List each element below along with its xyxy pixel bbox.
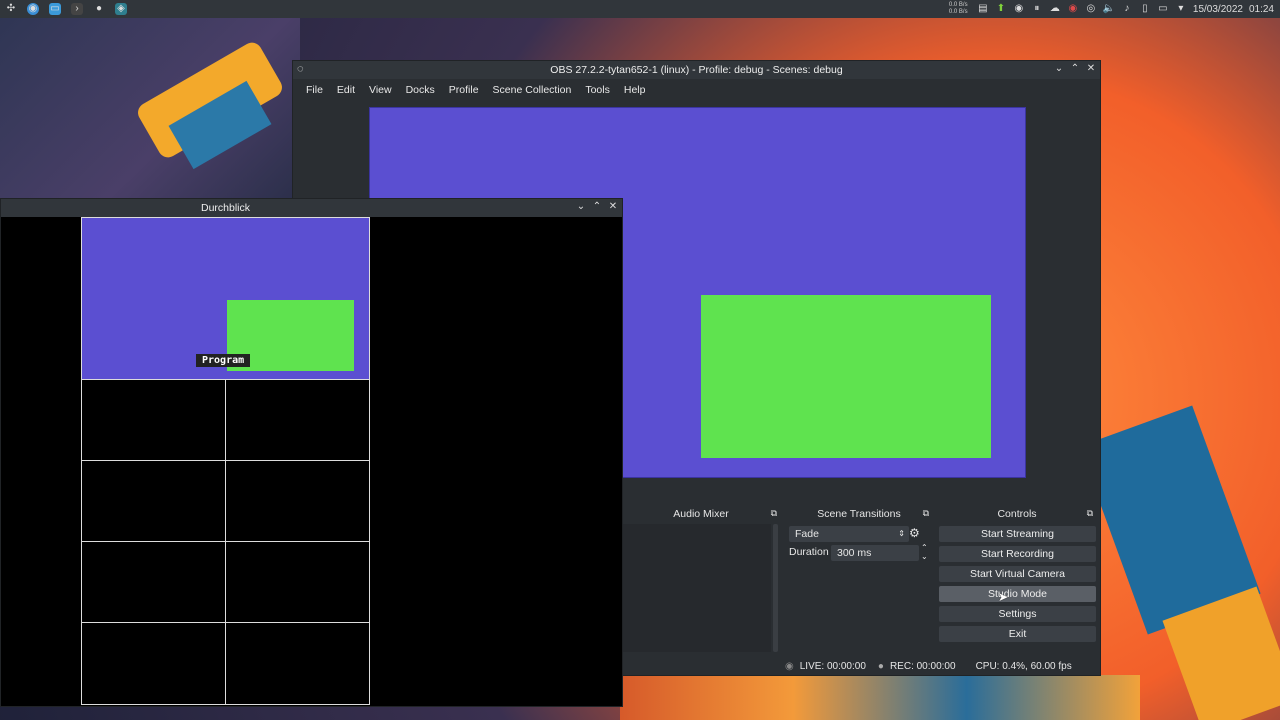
multiview-titlebar[interactable]: Durchblick ⌄ ⌃ ✕: [1, 199, 622, 217]
menu-scene-collection[interactable]: Scene Collection: [486, 84, 579, 96]
menu-edit[interactable]: Edit: [330, 84, 362, 96]
volume-icon[interactable]: 🔈: [1103, 3, 1115, 15]
menu-file[interactable]: File: [299, 84, 330, 96]
browser-icon[interactable]: ◉: [27, 3, 39, 15]
app-launcher-icon[interactable]: ✣: [5, 3, 17, 15]
close-icon[interactable]: ✕: [608, 201, 618, 213]
start-streaming-button[interactable]: Start Streaming: [939, 526, 1096, 542]
menu-tools[interactable]: Tools: [578, 84, 617, 96]
clock-date[interactable]: 15/03/2022: [1193, 4, 1243, 15]
status-bar: ◉ LIVE: 00:00:00 ● REC: 00:00:00 CPU: 0.…: [621, 658, 1099, 674]
record-icon[interactable]: ◉: [1067, 3, 1079, 15]
spin-down-icon[interactable]: ⌄: [921, 552, 928, 561]
mouse-cursor-icon: ➤: [998, 590, 1009, 604]
cloud-icon[interactable]: ☁: [1049, 3, 1061, 15]
controls-title: Controls: [997, 508, 1037, 520]
multiview-cell[interactable]: [225, 460, 370, 542]
wallpaper-shape: [620, 675, 1140, 720]
calendar-icon[interactable]: ▤: [977, 3, 989, 15]
update-icon[interactable]: ⬆: [995, 3, 1007, 15]
audio-mixer-header: Audio Mixer ⧉: [621, 506, 781, 522]
studio-mode-button[interactable]: Studio Mode: [939, 586, 1096, 602]
obs-title: OBS 27.2.2-tytan652-1 (linux) - Profile:…: [550, 64, 843, 76]
multiview-cell[interactable]: [81, 460, 226, 542]
rec-icon: ●: [877, 660, 884, 672]
net-down: 0.0 B/s: [948, 9, 968, 15]
multiview-cell[interactable]: [225, 622, 370, 705]
obs-window-icon: ◌: [297, 63, 304, 75]
duration-value: 300 ms: [837, 547, 872, 559]
clock-time[interactable]: 01:24: [1249, 4, 1274, 15]
minimize-icon[interactable]: ⌄: [576, 201, 586, 213]
transition-select[interactable]: Fade ⇕: [789, 526, 909, 542]
start-recording-button[interactable]: Start Recording: [939, 546, 1096, 562]
close-icon[interactable]: ✕: [1086, 63, 1096, 75]
maximize-icon[interactable]: ⌃: [1070, 63, 1080, 75]
menu-help[interactable]: Help: [617, 84, 653, 96]
audio-mixer-title: Audio Mixer: [673, 508, 729, 520]
top-panel: ✣ ◉ ▭ › ● ◈ 0.0 B/s 0.0 B/s ▤ ⬆ ◉ ⏸ ☁ ◉ …: [0, 0, 1280, 18]
dock-float-icon[interactable]: ⧉: [771, 508, 777, 519]
audio-mixer-area: [621, 524, 771, 652]
menu-bar: File Edit View Docks Profile Scene Colle…: [293, 79, 1100, 101]
display-icon[interactable]: ▭: [1157, 3, 1169, 15]
live-status: LIVE: 00:00:00: [799, 660, 866, 672]
active-app-icon[interactable]: ◈: [115, 3, 127, 15]
scene-transitions-dock: Scene Transitions ⧉ Fade ⇕ ⚙ Duration 30…: [785, 506, 933, 658]
live-icon: ◉: [785, 660, 794, 672]
multiview-cell[interactable]: [81, 379, 226, 461]
minimize-icon[interactable]: ⌄: [1054, 63, 1064, 75]
maximize-icon[interactable]: ⌃: [592, 201, 602, 213]
rec-status: REC: 00:00:00: [889, 660, 956, 672]
gear-icon[interactable]: ⚙: [909, 526, 920, 540]
scrollbar[interactable]: [773, 524, 778, 652]
settings-button[interactable]: Settings: [939, 606, 1096, 622]
menu-profile[interactable]: Profile: [442, 84, 486, 96]
battery-icon[interactable]: ▯: [1139, 3, 1151, 15]
cpu-status: CPU: 0.4%, 60.00 fps: [975, 660, 1072, 672]
spin-up-icon[interactable]: ⌃: [921, 543, 928, 552]
file-manager-icon[interactable]: ▭: [49, 3, 61, 15]
terminal-icon[interactable]: ›: [71, 3, 83, 15]
net-up: 0.0 B/s: [948, 2, 968, 8]
obs-tray-icon[interactable]: ◉: [1013, 3, 1025, 15]
transition-value: Fade: [795, 528, 819, 540]
multiview-cell[interactable]: [81, 622, 226, 705]
green-source[interactable]: [701, 295, 991, 458]
microphone-icon[interactable]: ♪: [1121, 3, 1133, 15]
duration-label: Duration: [789, 546, 829, 558]
program-view[interactable]: Program: [81, 217, 370, 380]
obs-tray-icon-2[interactable]: ◎: [1085, 3, 1097, 15]
controls-header: Controls ⧉: [937, 506, 1097, 522]
chevron-updown-icon: ⇕: [898, 529, 905, 538]
system-tray: 0.0 B/s 0.0 B/s ▤ ⬆ ◉ ⏸ ☁ ◉ ◎ 🔈 ♪ ▯ ▭ ▾ …: [949, 0, 1280, 18]
program-label: Program: [196, 354, 251, 367]
multiview-cell[interactable]: [225, 541, 370, 623]
audio-mixer-dock: Audio Mixer ⧉: [621, 506, 781, 658]
obs-titlebar[interactable]: ◌ OBS 27.2.2-tytan652-1 (linux) - Profil…: [293, 61, 1100, 79]
controls-dock: Controls ⧉ Start Streaming Start Recordi…: [937, 506, 1097, 658]
duration-spinbox[interactable]: 300 ms: [831, 545, 919, 561]
menu-docks[interactable]: Docks: [399, 84, 442, 96]
multiview-cell[interactable]: [81, 541, 226, 623]
pause-icon[interactable]: ⏸: [1031, 3, 1043, 15]
scene-transitions-title: Scene Transitions: [817, 508, 901, 520]
obs-icon[interactable]: ●: [93, 3, 105, 15]
menu-view[interactable]: View: [362, 84, 399, 96]
multiview-title: Durchblick: [201, 202, 251, 214]
multiview-cell[interactable]: [225, 379, 370, 461]
tray-expand-icon[interactable]: ▾: [1175, 3, 1187, 15]
start-virtual-camera-button[interactable]: Start Virtual Camera: [939, 566, 1096, 582]
exit-button[interactable]: Exit: [939, 626, 1096, 642]
dock-float-icon[interactable]: ⧉: [1087, 508, 1093, 519]
dock-float-icon[interactable]: ⧉: [923, 508, 929, 519]
multiview-window: Durchblick ⌄ ⌃ ✕ Program: [0, 198, 623, 707]
scene-transitions-header: Scene Transitions ⧉: [785, 506, 933, 522]
network-speed: 0.0 B/s 0.0 B/s: [949, 2, 971, 16]
